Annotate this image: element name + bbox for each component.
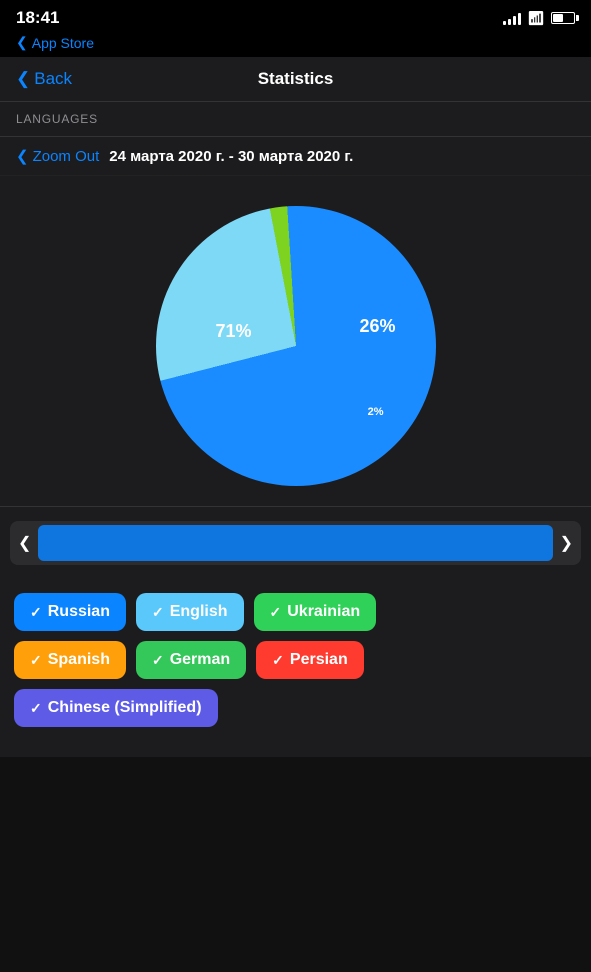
zoom-bar: ❮ Zoom Out 24 марта 2020 г. - 30 марта 2… <box>0 137 591 176</box>
tag-ukrainian-label: Ukrainian <box>287 603 360 621</box>
tag-english-label: English <box>170 603 228 621</box>
tags-row-2: ✓ Spanish ✓ German ✓ Persian <box>14 641 577 679</box>
tag-chinese-simplified-label: Chinese (Simplified) <box>48 699 202 717</box>
back-chevron-icon: ❮ <box>16 69 30 89</box>
check-icon: ✓ <box>272 652 284 669</box>
wifi-icon: 📶︎ <box>527 10 545 27</box>
scroll-area: ❮ ❯ <box>0 506 591 579</box>
tag-german[interactable]: ✓ German <box>136 641 246 679</box>
back-button[interactable]: ❮ Back <box>16 69 96 89</box>
appstore-back-chevron: ❮ <box>16 34 28 51</box>
check-icon: ✓ <box>270 604 282 621</box>
section-header: LANGUAGES <box>0 102 591 137</box>
pie-conic <box>156 206 436 486</box>
tag-spanish-label: Spanish <box>48 651 110 669</box>
tags-area: ✓ Russian ✓ English ✓ Ukrainian ✓ Spanis… <box>0 579 591 757</box>
tag-russian[interactable]: ✓ Russian <box>14 593 126 631</box>
section-label: LANGUAGES <box>16 112 98 126</box>
pie-chart: 71% 26% 2% <box>156 206 436 486</box>
check-icon: ✓ <box>152 604 164 621</box>
status-icons: 📶︎ <box>503 10 575 27</box>
tag-ukrainian[interactable]: ✓ Ukrainian <box>254 593 377 631</box>
tag-english[interactable]: ✓ English <box>136 593 244 631</box>
check-icon: ✓ <box>152 652 164 669</box>
tags-row-3: ✓ Chinese (Simplified) <box>14 689 577 727</box>
signal-icon <box>503 11 521 25</box>
scroll-right-icon[interactable]: ❯ <box>560 533 573 553</box>
tag-persian[interactable]: ✓ Persian <box>256 641 364 679</box>
battery-icon <box>551 12 575 24</box>
tags-row-1: ✓ Russian ✓ English ✓ Ukrainian <box>14 593 577 631</box>
appstore-bar: ❮ App Store <box>0 32 591 57</box>
check-icon: ✓ <box>30 652 42 669</box>
zoom-out-label: Zoom Out <box>33 148 100 165</box>
appstore-label[interactable]: App Store <box>32 35 94 51</box>
tag-spanish[interactable]: ✓ Spanish <box>14 641 126 679</box>
scroll-track[interactable]: ❮ ❯ <box>10 521 581 565</box>
tag-chinese-simplified[interactable]: ✓ Chinese (Simplified) <box>14 689 218 727</box>
scroll-thumb[interactable] <box>38 525 553 561</box>
zoom-date-range: 24 марта 2020 г. - 30 марта 2020 г. <box>109 148 353 165</box>
tag-german-label: German <box>170 651 230 669</box>
zoom-out-button[interactable]: ❮ Zoom Out <box>16 147 99 165</box>
scroll-left-icon[interactable]: ❮ <box>18 533 31 553</box>
nav-bar: ❮ Back Statistics <box>0 57 591 102</box>
check-icon: ✓ <box>30 604 42 621</box>
page-title: Statistics <box>96 69 495 89</box>
tag-persian-label: Persian <box>290 651 348 669</box>
tag-russian-label: Russian <box>48 603 110 621</box>
status-time: 18:41 <box>16 8 59 28</box>
back-label: Back <box>34 69 72 89</box>
chart-area: 71% 26% 2% <box>0 176 591 506</box>
check-icon: ✓ <box>30 700 42 717</box>
status-bar: 18:41 📶︎ <box>0 0 591 32</box>
zoom-chevron-icon: ❮ <box>16 147 29 165</box>
